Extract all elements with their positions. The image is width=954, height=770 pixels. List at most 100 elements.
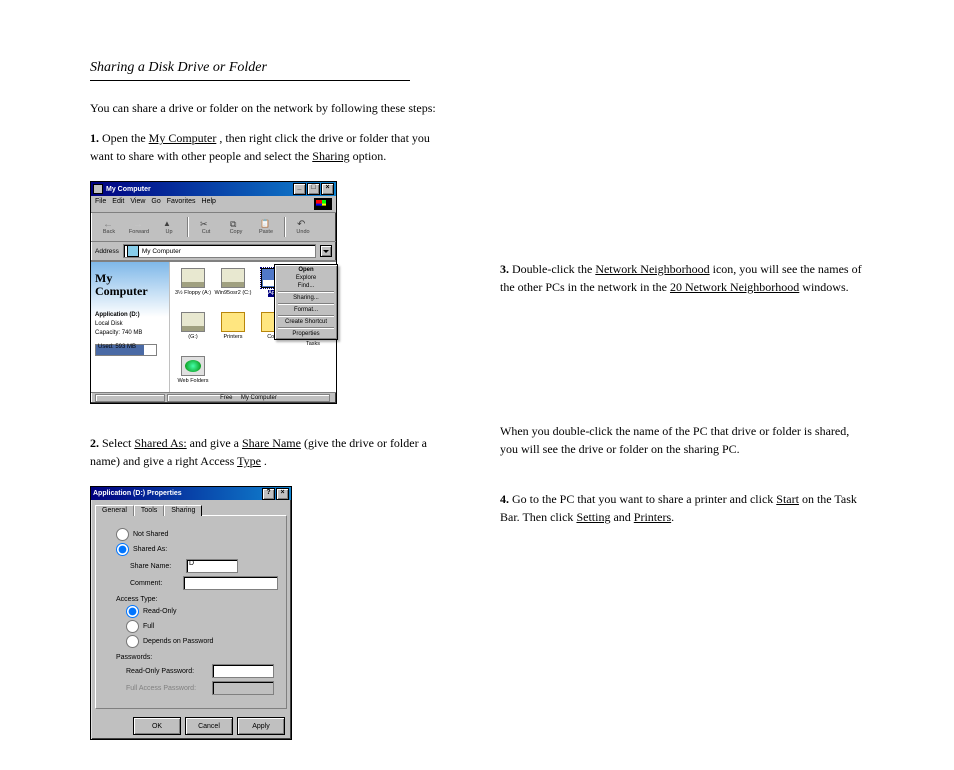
- ok-button[interactable]: OK: [133, 717, 181, 735]
- titlebar[interactable]: My Computer _ □ ×: [91, 182, 336, 196]
- drive-floppy-a[interactable]: 3½ Floppy (A:): [174, 268, 212, 310]
- undo-button[interactable]: Undo: [289, 215, 317, 239]
- cancel-button[interactable]: Cancel: [185, 717, 233, 735]
- menuitem-explore[interactable]: Explore: [276, 274, 336, 282]
- tab-sharing[interactable]: Sharing: [164, 505, 202, 516]
- close-button[interactable]: ×: [321, 183, 334, 195]
- menu-separator: [278, 327, 334, 329]
- menuitem-create-shortcut[interactable]: Create Shortcut: [276, 318, 336, 326]
- tab-tools[interactable]: Tools: [134, 505, 164, 516]
- menuitem-properties[interactable]: Properties: [276, 330, 336, 338]
- divider: [90, 80, 410, 81]
- scissors-icon: [200, 219, 212, 229]
- up-button[interactable]: Up: [155, 215, 183, 239]
- menu-separator: [278, 291, 334, 293]
- dialog-title: Application (D:) Properties: [93, 490, 261, 497]
- radio-full[interactable]: Full: [126, 620, 278, 633]
- minimize-button[interactable]: _: [293, 183, 306, 195]
- selected-type: Local Disk: [95, 321, 165, 327]
- input-readonly-password[interactable]: [212, 664, 274, 678]
- dialog-properties: Application (D:) Properties ? × General …: [90, 486, 292, 740]
- apply-button[interactable]: Apply: [237, 717, 285, 735]
- window-title: My Computer: [106, 186, 292, 193]
- menu-file[interactable]: File: [95, 198, 106, 210]
- menuitem-open[interactable]: Open: [276, 266, 336, 274]
- group-access-type: Access Type:: [116, 596, 278, 603]
- tabs: General Tools Sharing: [91, 500, 291, 515]
- menuitem-find[interactable]: Find...: [276, 282, 336, 290]
- para-shared-drive: When you double-click the name of the PC…: [500, 422, 870, 458]
- tab-general[interactable]: General: [95, 505, 134, 516]
- text: Open the: [102, 131, 146, 145]
- window-my-computer: My Computer _ □ × File Edit View Go Favo…: [90, 181, 337, 404]
- label-comment: Comment:: [130, 580, 179, 587]
- address-input[interactable]: My Computer: [123, 244, 316, 258]
- address-label: Address: [95, 248, 119, 255]
- input-share-name[interactable]: D: [186, 559, 238, 573]
- cut-button[interactable]: Cut: [192, 215, 220, 239]
- input-full-password: [212, 681, 274, 695]
- label-full-password: Full Access Password:: [126, 685, 208, 692]
- used-label: Used: 593 MB: [98, 344, 136, 350]
- menu-help[interactable]: Help: [202, 198, 216, 210]
- menu-separator: [278, 315, 334, 317]
- toolbar-separator: [284, 217, 285, 237]
- menu-edit[interactable]: Edit: [112, 198, 124, 210]
- radio-shared-as[interactable]: Shared As:: [116, 543, 278, 556]
- back-arrow-icon: [103, 219, 115, 229]
- radio-read-only[interactable]: Read-Only: [126, 605, 278, 618]
- section-title-sharing-disk: Sharing a Disk Drive or Folder: [90, 60, 440, 76]
- status-cell: [95, 394, 165, 402]
- menu-favorites[interactable]: Favorites: [167, 198, 196, 210]
- dialog-titlebar[interactable]: Application (D:) Properties ? ×: [91, 487, 291, 500]
- undo-icon: [297, 219, 309, 229]
- group-passwords: Passwords:: [116, 654, 278, 661]
- label-share-name: Share Name:: [130, 563, 182, 570]
- drive-c[interactable]: Win95osr2 (C:): [214, 268, 252, 310]
- radio-depends-password[interactable]: Depends on Password: [126, 635, 278, 648]
- figure-properties-dialog: Application (D:) Properties ? × General …: [90, 486, 440, 740]
- up-arrow-icon: [163, 219, 175, 229]
- close-button[interactable]: ×: [276, 488, 289, 500]
- menuitem-sharing[interactable]: Sharing...: [276, 294, 336, 302]
- paste-button[interactable]: Paste: [252, 215, 280, 239]
- menubar[interactable]: File Edit View Go Favorites Help: [91, 196, 336, 213]
- menu-go[interactable]: Go: [151, 198, 160, 210]
- toolbar-separator: [187, 217, 188, 237]
- client-area: MyComputer Application (D:) Local Disk C…: [91, 261, 336, 392]
- forward-button[interactable]: Forward: [125, 215, 153, 239]
- dialog-buttons: OK Cancel Apply: [91, 713, 291, 739]
- help-button[interactable]: ?: [262, 488, 275, 500]
- pane-title: MyComputer: [95, 272, 165, 298]
- windows-logo-icon: [314, 198, 332, 210]
- forward-arrow-icon: [133, 219, 145, 229]
- intro-paragraph: You can share a drive or folder on the n…: [90, 99, 440, 117]
- status-bar: Free My Computer: [91, 392, 336, 403]
- back-button[interactable]: Back: [95, 215, 123, 239]
- copy-icon: [230, 219, 242, 229]
- figure-my-computer: My Computer _ □ × File Edit View Go Favo…: [90, 181, 440, 404]
- text: option.: [353, 149, 387, 163]
- input-comment[interactable]: [183, 576, 278, 590]
- menuitem-format[interactable]: Format...: [276, 306, 336, 314]
- menu-view[interactable]: View: [130, 198, 145, 210]
- underline-sharing: Sharing: [312, 149, 349, 163]
- tab-body-sharing: Not Shared Shared As: Share Name: D Comm…: [95, 515, 287, 709]
- radio-not-shared[interactable]: Not Shared: [116, 528, 278, 541]
- paste-icon: [260, 219, 272, 229]
- step-2: 2. Select Shared As: and give a Share Na…: [90, 434, 440, 470]
- folder-printers[interactable]: Printers: [214, 312, 252, 354]
- menu-separator: [278, 303, 334, 305]
- toolbar: Back Forward Up Cut Copy Paste Undo: [91, 213, 336, 242]
- selected-name: Application (D:): [95, 312, 165, 318]
- context-menu[interactable]: Open Explore Find... Sharing... Format..…: [274, 264, 338, 340]
- system-menu-icon[interactable]: [93, 184, 103, 194]
- step-1: 1. Open the My Computer , then right cli…: [90, 129, 440, 165]
- icon-grid[interactable]: 3½ Floppy (A:) Win95osr2 (C:) App Rom (G…: [170, 262, 336, 392]
- address-dropdown-button[interactable]: [320, 245, 332, 257]
- maximize-button[interactable]: □: [307, 183, 320, 195]
- my-computer-icon: [127, 245, 139, 257]
- drive-g[interactable]: (G:): [174, 312, 212, 354]
- folder-web-folders[interactable]: Web Folders: [174, 356, 212, 398]
- copy-button[interactable]: Copy: [222, 215, 250, 239]
